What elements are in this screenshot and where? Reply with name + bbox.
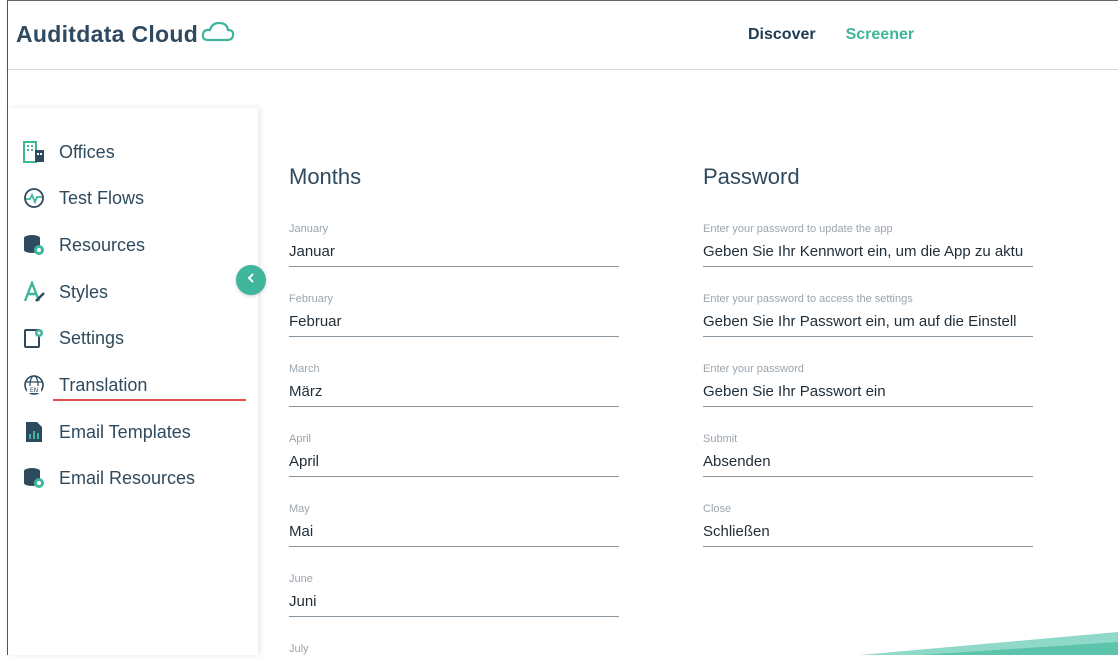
field-value[interactable]: Schließen xyxy=(703,517,1033,547)
sidebar-item-offices[interactable]: Offices xyxy=(22,140,115,164)
month-field-may[interactable]: May Mai xyxy=(289,503,619,547)
top-nav: Discover Screener xyxy=(748,26,914,44)
field-value[interactable]: Geben Sie Ihr Passwort ein, um auf die E… xyxy=(703,307,1033,337)
field-value[interactable]: Geben Sie Ihr Passwort ein xyxy=(703,377,1033,407)
field-value[interactable]: Mai xyxy=(289,517,619,547)
sidebar-item-email-resources[interactable]: Email Resources xyxy=(22,466,195,490)
field-value[interactable]: Februar xyxy=(289,307,619,337)
sidebar-item-settings[interactable]: Settings xyxy=(22,326,124,350)
field-label: Enter your password to update the app xyxy=(703,223,893,235)
cloud-icon xyxy=(201,21,235,48)
password-field-enter-password[interactable]: Enter your password Geben Sie Ihr Passwo… xyxy=(703,363,1033,407)
svg-text:EN: EN xyxy=(30,387,38,394)
brush-icon xyxy=(22,280,46,304)
password-section-title: Password xyxy=(703,164,800,189)
database-icon xyxy=(22,233,46,257)
chevron-left-icon xyxy=(245,271,257,289)
nav-screener[interactable]: Screener xyxy=(846,26,915,44)
decorative-wave xyxy=(860,620,1118,660)
password-field-close[interactable]: Close Schließen xyxy=(703,503,1033,547)
sidebar: Offices Test Flows Resources Styles Sett… xyxy=(8,108,258,655)
sidebar-item-label: Offices xyxy=(59,141,115,162)
field-label: Enter your password xyxy=(703,363,804,375)
field-label: Enter your password to access the settin… xyxy=(703,293,913,305)
sidebar-item-label: Email Templates xyxy=(59,421,191,442)
field-label: June xyxy=(289,573,313,585)
password-field-access-settings[interactable]: Enter your password to access the settin… xyxy=(703,293,1033,337)
app-logo[interactable]: Auditdata Cloud xyxy=(16,21,235,48)
logo-text: Auditdata Cloud xyxy=(16,21,199,47)
app-header: Auditdata Cloud Discover Screener xyxy=(8,1,1118,70)
database-icon xyxy=(22,466,46,490)
globe-en-icon: EN xyxy=(22,373,46,397)
field-value[interactable]: März xyxy=(289,377,619,407)
sidebar-item-label: Test Flows xyxy=(59,187,145,208)
sidebar-item-label: Email Resources xyxy=(59,467,196,488)
collapse-sidebar-button[interactable] xyxy=(236,265,266,295)
field-label: April xyxy=(289,433,312,445)
chart-doc-icon xyxy=(22,420,46,444)
month-field-january[interactable]: January Januar xyxy=(289,223,619,267)
field-label: Close xyxy=(703,503,732,515)
field-value[interactable]: Absenden xyxy=(703,447,1033,477)
field-value[interactable]: Juni xyxy=(289,587,619,617)
field-value[interactable]: April xyxy=(289,447,619,477)
sidebar-item-styles[interactable]: Styles xyxy=(22,280,108,304)
sidebar-item-label: Resources xyxy=(59,234,146,255)
sidebar-item-email-templates[interactable]: Email Templates xyxy=(22,420,191,444)
password-field-submit[interactable]: Submit Absenden xyxy=(703,433,1033,477)
field-value[interactable]: Geben Sie Ihr Kennwort ein, um die App z… xyxy=(703,237,1033,267)
sidebar-item-label: Styles xyxy=(59,281,109,302)
sidebar-item-test-flows[interactable]: Test Flows xyxy=(22,186,144,210)
field-label: January xyxy=(289,223,329,235)
sidebar-item-translation[interactable]: EN Translation xyxy=(22,373,147,397)
device-settings-icon xyxy=(22,326,46,350)
sidebar-item-label: Settings xyxy=(59,327,125,348)
field-label: Submit xyxy=(703,433,738,445)
sidebar-item-label: Translation xyxy=(59,374,148,395)
month-field-april[interactable]: April April xyxy=(289,433,619,477)
month-field-june[interactable]: June Juni xyxy=(289,573,619,617)
month-field-march[interactable]: March März xyxy=(289,363,619,407)
months-section-title: Months xyxy=(289,164,362,189)
field-value[interactable]: Januar xyxy=(289,237,619,267)
active-item-underline xyxy=(53,399,246,401)
nav-discover[interactable]: Discover xyxy=(748,26,816,44)
building-icon xyxy=(22,140,46,164)
sidebar-item-resources[interactable]: Resources xyxy=(22,233,145,257)
field-label: March xyxy=(289,363,320,375)
password-field-update-app[interactable]: Enter your password to update the app Ge… xyxy=(703,223,1033,267)
month-field-february[interactable]: February Februar xyxy=(289,293,619,337)
flow-icon xyxy=(22,186,46,210)
field-label: February xyxy=(289,293,334,305)
field-label: May xyxy=(289,503,310,515)
